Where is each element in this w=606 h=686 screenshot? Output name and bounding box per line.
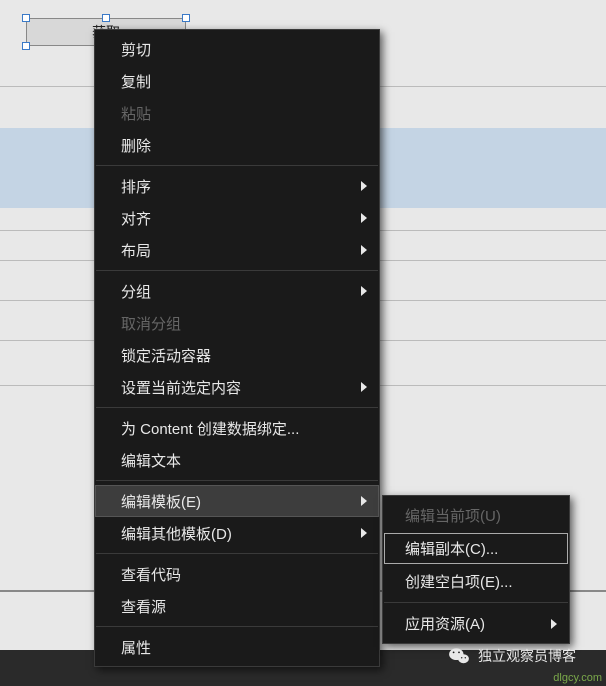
submenu-edit-current: 编辑当前项(U)	[383, 499, 569, 532]
selection-handle[interactable]	[22, 14, 30, 22]
menu-set-current-selection[interactable]: 设置当前选定内容	[95, 371, 379, 403]
menu-lock-container[interactable]: 锁定活动容器	[95, 339, 379, 371]
menu-label: 排序	[121, 176, 151, 197]
menu-label: 编辑当前项(U)	[405, 505, 501, 526]
submenu-edit-template: 编辑当前项(U) 编辑副本(C)... 创建空白项(E)... 应用资源(A)	[382, 495, 570, 644]
menu-label: 删除	[121, 135, 151, 156]
menu-label: 为 Content 创建数据绑定...	[121, 418, 299, 439]
chevron-right-icon	[361, 528, 367, 538]
menu-separator	[96, 165, 378, 166]
menu-order[interactable]: 排序	[95, 170, 379, 202]
chevron-right-icon	[361, 382, 367, 392]
menu-copy[interactable]: 复制	[95, 65, 379, 97]
menu-label: 取消分组	[121, 313, 181, 334]
menu-separator	[96, 270, 378, 271]
menu-label: 复制	[121, 71, 151, 92]
watermark-url: dlgcy.com	[553, 672, 602, 684]
menu-view-source[interactable]: 查看源	[95, 590, 379, 622]
menu-edit-other-templates[interactable]: 编辑其他模板(D)	[95, 517, 379, 549]
chevron-right-icon	[361, 286, 367, 296]
context-menu: 剪切 复制 粘贴 删除 排序 对齐 布局 分组 取消分组 锁定活动容器 设置当前…	[94, 29, 380, 667]
menu-group[interactable]: 分组	[95, 275, 379, 307]
menu-label: 编辑文本	[121, 450, 181, 471]
menu-label: 布局	[121, 240, 151, 261]
menu-ungroup: 取消分组	[95, 307, 379, 339]
menu-label: 创建空白项(E)...	[405, 571, 513, 592]
menu-separator	[96, 407, 378, 408]
chevron-right-icon	[361, 181, 367, 191]
menu-label: 查看源	[121, 596, 166, 617]
chevron-right-icon	[361, 245, 367, 255]
menu-align[interactable]: 对齐	[95, 202, 379, 234]
watermark-text: 独立观察员博客	[478, 646, 576, 666]
menu-label: 编辑其他模板(D)	[121, 523, 232, 544]
chevron-right-icon	[551, 619, 557, 629]
menu-cut[interactable]: 剪切	[95, 33, 379, 65]
menu-label: 对齐	[121, 208, 151, 229]
submenu-apply-resource[interactable]: 应用资源(A)	[383, 607, 569, 640]
menu-label: 粘贴	[121, 103, 151, 124]
wechat-icon	[448, 647, 470, 665]
menu-edit-text[interactable]: 编辑文本	[95, 444, 379, 476]
menu-label: 锁定活动容器	[121, 345, 211, 366]
menu-label: 查看代码	[121, 564, 181, 585]
menu-label: 应用资源(A)	[405, 613, 485, 634]
menu-label: 编辑模板(E)	[121, 491, 201, 512]
submenu-edit-copy[interactable]: 编辑副本(C)...	[383, 532, 569, 565]
menu-label: 设置当前选定内容	[121, 377, 241, 398]
selection-handle[interactable]	[102, 14, 110, 22]
menu-delete[interactable]: 删除	[95, 129, 379, 161]
menu-separator	[96, 626, 378, 627]
menu-separator	[96, 480, 378, 481]
chevron-right-icon	[361, 496, 367, 506]
watermark: 独立观察员博客	[448, 646, 576, 666]
menu-properties[interactable]: 属性	[95, 631, 379, 663]
submenu-create-empty[interactable]: 创建空白项(E)...	[383, 565, 569, 598]
menu-paste: 粘贴	[95, 97, 379, 129]
menu-view-code[interactable]: 查看代码	[95, 558, 379, 590]
menu-edit-template[interactable]: 编辑模板(E)	[95, 485, 379, 517]
menu-create-databinding[interactable]: 为 Content 创建数据绑定...	[95, 412, 379, 444]
menu-separator	[96, 553, 378, 554]
selection-handle[interactable]	[182, 14, 190, 22]
menu-label: 编辑副本(C)...	[405, 538, 498, 559]
menu-label: 剪切	[121, 39, 151, 60]
menu-label: 分组	[121, 281, 151, 302]
menu-separator	[384, 602, 568, 603]
selection-handle[interactable]	[22, 42, 30, 50]
menu-label: 属性	[121, 637, 151, 658]
chevron-right-icon	[361, 213, 367, 223]
menu-layout[interactable]: 布局	[95, 234, 379, 266]
